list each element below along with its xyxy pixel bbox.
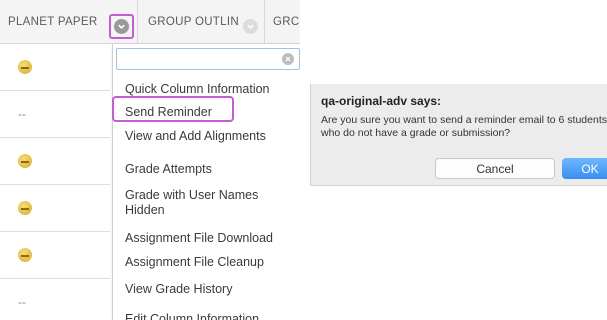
send-reminder-highlight: [112, 96, 234, 122]
table-row[interactable]: [0, 138, 110, 185]
column-header-third[interactable]: GRC: [265, 0, 300, 44]
grade-center-grid: PLANET PAPER GROUP OUTLIN GRC -- -- Quic…: [0, 0, 300, 320]
grade-cell: --: [18, 107, 26, 121]
dialog-message: Are you sure you want to send a reminder…: [321, 114, 607, 139]
dialog-title: qa-original-adv says:: [321, 94, 442, 108]
grade-cell: --: [18, 295, 26, 309]
menu-item-view-grade-history[interactable]: View Grade History: [113, 282, 300, 297]
menu-search-field[interactable]: [116, 48, 300, 70]
menu-item-assignment-file-download[interactable]: Assignment File Download: [113, 231, 300, 246]
menu-item-grade-attempts[interactable]: Grade Attempts: [113, 162, 300, 177]
in-progress-icon: [18, 248, 32, 262]
menu-item-view-add-alignments[interactable]: View and Add Alignments: [113, 129, 300, 144]
menu-search-input[interactable]: [117, 49, 277, 69]
in-progress-icon: [18, 60, 32, 74]
confirm-dialog: qa-original-adv says: Are you sure you w…: [310, 84, 607, 186]
menu-item-grade-user-names-hidden[interactable]: Grade with User Names Hidden: [113, 188, 263, 218]
table-row[interactable]: [0, 185, 110, 232]
column-header-label: GRC: [273, 16, 300, 28]
clear-search-icon[interactable]: [282, 53, 294, 65]
table-row[interactable]: --: [0, 279, 110, 320]
menu-item-edit-column-information[interactable]: Edit Column Information: [113, 312, 300, 320]
column-options-chevron-icon[interactable]: [243, 19, 258, 34]
column-options-menu: Quick Column Information Send Reminder V…: [112, 44, 300, 320]
in-progress-icon: [18, 201, 32, 215]
table-row[interactable]: [0, 232, 110, 279]
column-header-label: GROUP OUTLIN: [148, 16, 239, 28]
menu-item-assignment-file-cleanup[interactable]: Assignment File Cleanup: [113, 255, 300, 270]
column-header-label: PLANET PAPER: [8, 16, 98, 28]
menu-item-quick-column-information[interactable]: Quick Column Information: [113, 82, 300, 97]
grid-header: PLANET PAPER GROUP OUTLIN GRC: [0, 0, 300, 44]
ok-button[interactable]: OK: [562, 158, 607, 179]
table-row[interactable]: [0, 44, 110, 91]
chevron-highlight: [109, 14, 134, 39]
table-row[interactable]: --: [0, 91, 110, 138]
in-progress-icon: [18, 154, 32, 168]
cancel-button[interactable]: Cancel: [435, 158, 555, 179]
